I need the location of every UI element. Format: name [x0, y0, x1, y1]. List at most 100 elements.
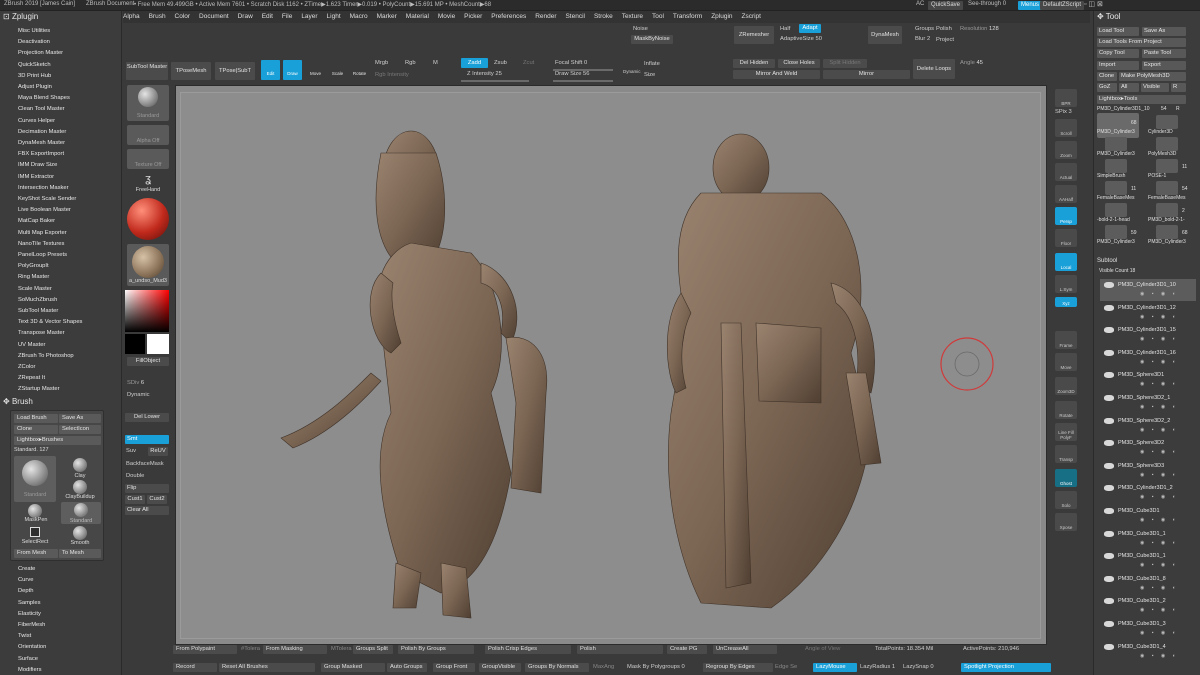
rotate-mode-button[interactable]: Rotate — [350, 60, 369, 80]
zplugin-item[interactable]: IMM Extractor — [18, 174, 54, 180]
groups-split-button[interactable]: Groups Split — [353, 645, 393, 654]
zplugin-item[interactable]: Ring Master — [18, 274, 49, 280]
lightbox-brushes-button[interactable]: Lightbox▸Brushes — [14, 436, 101, 445]
zplugin-item[interactable]: Misc Utilities — [18, 28, 50, 34]
visible-count-slider[interactable]: Visible Count 18 — [1099, 268, 1135, 274]
solo-button[interactable]: Solo — [1055, 491, 1077, 509]
menu-zplugin[interactable]: Zplugin — [711, 11, 732, 23]
copy-tool-button[interactable]: Copy Tool — [1097, 49, 1139, 58]
zplugin-item[interactable]: ZColor — [18, 364, 35, 370]
stroke-subpalette-item[interactable]: Depth — [18, 588, 33, 594]
bpr-render-button[interactable]: BPR — [1055, 89, 1077, 107]
menu-picker[interactable]: Picker — [464, 11, 482, 23]
zplugin-item[interactable]: PolyGroupIt — [18, 263, 49, 269]
half-toggle[interactable]: Half — [780, 26, 790, 32]
double-toggle[interactable]: Double — [126, 473, 144, 479]
current-tool-r[interactable]: R — [1176, 106, 1180, 112]
dynamic-toggle[interactable]: Dynamic — [623, 69, 641, 74]
document-canvas[interactable] — [180, 92, 1041, 639]
zplugin-item[interactable]: Multi Map Exporter — [18, 230, 67, 236]
subtool-visibility-icon[interactable]: ◉ ▪ ◉ ◐ — [1140, 517, 1190, 523]
subtool-visibility-icon[interactable]: ◉ ▪ ◉ ◐ — [1140, 336, 1190, 342]
group-visible-button[interactable]: GroupVisible — [479, 663, 521, 672]
zplugin-item[interactable]: Text 3D & Vector Shapes — [18, 319, 82, 325]
tool-thumbnail[interactable] — [1105, 159, 1127, 173]
rgb-intensity-slider[interactable]: Rgb Intensity — [375, 72, 409, 78]
subtool-visibility-icon[interactable]: ◉ ▪ ◉ ◐ — [1140, 427, 1190, 433]
current-brush-thumb[interactable]: Standard — [14, 456, 56, 502]
draw-size-track[interactable] — [553, 80, 613, 82]
smooth-brush-icon[interactable] — [73, 526, 87, 540]
clear-all-button[interactable]: Clear All — [125, 506, 169, 515]
subtool-row[interactable]: PM3D_Sphere3D3 ◉ ▪ ◉ ◐ — [1100, 460, 1196, 482]
tool-thumbnail[interactable] — [1156, 159, 1178, 173]
rotate-view-button[interactable]: Rotate — [1055, 401, 1077, 419]
subtool-row[interactable]: PM3D_Cylinder3D1_16 ◉ ▪ ◉ ◐ — [1100, 347, 1196, 369]
from-polypaint-button[interactable]: From Polypaint — [173, 645, 237, 654]
subtool-visibility-icon[interactable]: ◉ ▪ ◉ ◐ — [1140, 472, 1190, 478]
stroke-subpalette-item[interactable]: Create — [18, 566, 35, 572]
menu-material[interactable]: Material — [406, 11, 429, 23]
cust1-button[interactable]: Cust1 — [125, 495, 145, 504]
subtool-row[interactable]: PM3D_Sphere3D2_1 ◉ ▪ ◉ ◐ — [1100, 392, 1196, 414]
goz-visible-button[interactable]: Visible — [1141, 83, 1169, 92]
close-holes-button[interactable]: Close Holes — [778, 59, 820, 68]
dynamic-subdiv-toggle[interactable]: Dynamic — [127, 392, 150, 398]
size-slider[interactable]: Size — [644, 72, 655, 78]
focal-shift-slider[interactable]: Focal Shift 0 — [555, 60, 587, 66]
zoom-button[interactable]: Zoom — [1055, 141, 1077, 159]
subtool-row[interactable]: PM3D_Cube3D1_1 ◉ ▪ ◉ ◐ — [1100, 550, 1196, 572]
stroke-subpalette-item[interactable]: Orientation — [18, 644, 46, 650]
mask-by-noise-button[interactable]: MaskByNoise — [631, 35, 673, 44]
zplugin-item[interactable]: Live Boolean Master — [18, 207, 71, 213]
resolution-slider[interactable]: Resolution 128 — [960, 26, 999, 32]
z-intensity-slider[interactable]: Z Intensity 25 — [467, 71, 502, 77]
zplugin-item[interactable]: Projection Master — [18, 50, 63, 56]
lsym-button[interactable]: L.Sym — [1055, 275, 1077, 293]
default-zscript-button[interactable]: DefaultZScript — [1040, 1, 1085, 10]
split-hidden-button[interactable]: Split Hidden — [823, 59, 867, 68]
claybuildup-brush-icon[interactable] — [73, 480, 87, 494]
regroup-by-edges-button[interactable]: Regroup By Edges — [703, 663, 773, 672]
subtool-row[interactable]: PM3D_Cylinder3D1_15 ◉ ▪ ◉ ◐ — [1100, 324, 1196, 346]
polish-toggle[interactable]: Polish — [936, 26, 952, 32]
polish-by-groups-slider[interactable]: Polish By Groups — [398, 645, 474, 654]
xyz-button[interactable]: Xyz — [1055, 297, 1077, 307]
stroke-subpalette-item[interactable]: Samples — [18, 600, 41, 606]
mask-tolerance-slider[interactable]: MTolera — [331, 646, 352, 652]
menu-stencil[interactable]: Stencil — [565, 11, 585, 23]
subtool-visibility-icon[interactable]: ◉ ▪ ◉ ◐ — [1140, 291, 1190, 297]
move-mode-button[interactable]: Move — [306, 60, 325, 80]
menu-preferences[interactable]: Preferences — [491, 11, 526, 23]
import-button[interactable]: Import — [1097, 61, 1139, 70]
brush-save-as-button[interactable]: Save As — [59, 414, 101, 423]
zplugin-item[interactable]: Intersection Masker — [18, 185, 69, 191]
subtool-row[interactable]: PM3D_Sphere3D2 ◉ ▪ ◉ ◐ — [1100, 437, 1196, 459]
goz-all-button[interactable]: All — [1119, 83, 1139, 92]
stroke-select-button[interactable]: ʓ FreeHand — [127, 173, 169, 195]
subtool-visibility-icon[interactable]: ◉ ▪ ◉ ◐ — [1140, 314, 1190, 320]
subtool-visibility-icon[interactable]: ◉ ▪ ◉ ◐ — [1140, 607, 1190, 613]
export-button[interactable]: Export — [1142, 61, 1186, 70]
adapt-toggle[interactable]: Adapt — [799, 24, 821, 33]
menus-button[interactable]: Menus — [1018, 1, 1043, 10]
quicksave-button[interactable]: QuickSave — [928, 1, 964, 10]
tool-save-as-button[interactable]: Save As — [1142, 27, 1186, 36]
tpose-subt-button[interactable]: TPose|SubT — [215, 62, 255, 80]
draw-size-slider[interactable]: Draw Size 56 — [555, 71, 590, 77]
sdiv-slider[interactable]: SDiv 6 — [127, 380, 144, 386]
tool-thumbnail[interactable] — [1156, 181, 1178, 195]
uncrease-all-button[interactable]: UnCreaseAll — [713, 645, 777, 654]
menu-transform[interactable]: Transform — [673, 11, 702, 23]
menu-layer[interactable]: Layer — [301, 11, 317, 23]
menu-file[interactable]: File — [282, 11, 292, 23]
actual-size-button[interactable]: Actual — [1055, 163, 1077, 181]
tool-clone-button[interactable]: Clone — [1097, 72, 1117, 81]
inflate-slider[interactable]: Inflate — [644, 61, 660, 67]
groups-by-normals-button[interactable]: Groups By Normals — [525, 663, 589, 672]
selectrect-brush-icon[interactable] — [30, 527, 40, 537]
tool-thumbnail[interactable] — [1105, 181, 1127, 195]
subtool-header[interactable]: Subtool — [1097, 258, 1117, 264]
stroke-subpalette-item[interactable]: FiberMesh — [18, 622, 45, 628]
stroke-subpalette-item[interactable]: Elasticity — [18, 611, 41, 617]
